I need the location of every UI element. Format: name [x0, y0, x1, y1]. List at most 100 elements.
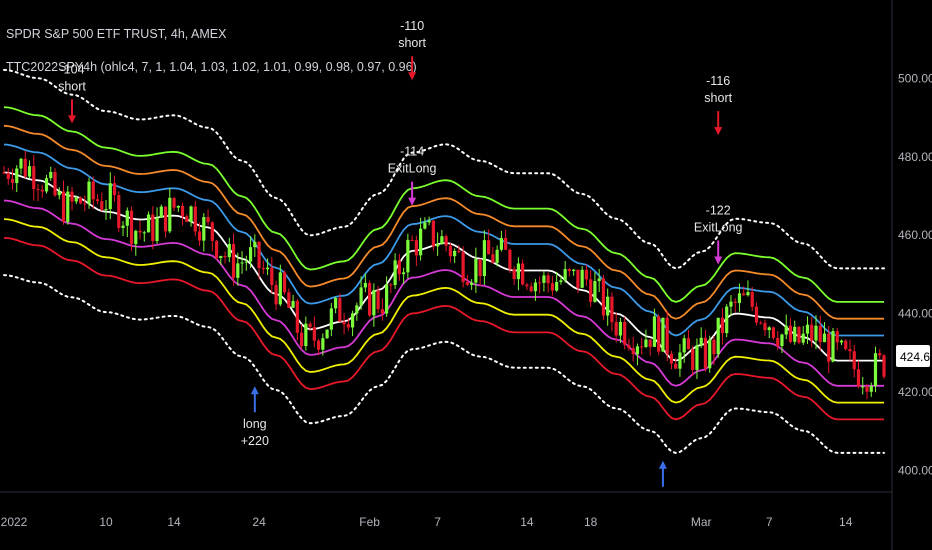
candle-body	[121, 225, 125, 228]
candle-body	[640, 346, 644, 348]
candle-body	[563, 269, 567, 281]
candle-body	[440, 236, 444, 244]
candle-body	[219, 256, 223, 258]
candle-body	[40, 189, 44, 192]
candle-body	[759, 322, 763, 324]
candle-body	[163, 206, 168, 232]
candle-body	[427, 220, 431, 223]
candle-body	[410, 239, 414, 241]
long-signal	[658, 460, 667, 487]
candlesticks	[2, 150, 886, 400]
candle-body	[793, 326, 797, 342]
candle-body	[359, 287, 363, 306]
candle-body	[414, 240, 418, 256]
candle-body	[15, 168, 19, 183]
candle-body	[703, 337, 708, 369]
candle-body	[733, 301, 737, 303]
candle-body	[508, 249, 512, 270]
candle-body	[474, 259, 478, 283]
candle-body	[193, 206, 197, 232]
candle-body	[504, 237, 508, 250]
candle-body	[380, 309, 384, 314]
candle-body	[878, 353, 882, 356]
candle-body	[108, 183, 112, 210]
candle-body	[304, 323, 308, 347]
price-chart[interactable]: -104shortlong+220-110short-114ExitLong-1…	[0, 0, 932, 550]
candle-body	[261, 267, 265, 270]
last-price-tag: 424.60	[896, 345, 932, 367]
x-tick-label: 7	[434, 515, 441, 529]
candle-body	[142, 232, 146, 234]
candle-body	[78, 197, 83, 204]
candle-body	[661, 317, 665, 352]
candle-body	[448, 245, 452, 257]
candle-body	[299, 332, 304, 347]
candle-body	[180, 206, 185, 217]
candle-body	[491, 254, 495, 263]
candle-body	[695, 345, 699, 370]
candle-body	[822, 333, 827, 343]
candle-body	[91, 181, 95, 200]
candle-body	[699, 337, 703, 346]
signal-value: +220	[241, 434, 269, 448]
candle-body	[117, 195, 121, 228]
y-tick-label: 500.00	[898, 71, 932, 85]
candle-body	[555, 282, 559, 291]
candle-body	[197, 231, 202, 241]
x-axis[interactable]: 2022 10 14 24 Feb 7 14 18 Mar 7 14	[1, 515, 853, 529]
candle-body	[538, 282, 542, 284]
last-price-value: 424.60	[900, 350, 932, 364]
candle-body	[274, 285, 278, 305]
candle-body	[333, 297, 338, 309]
candle-body	[321, 338, 325, 350]
y-tick-label: 440.00	[898, 307, 932, 321]
candle-body	[831, 331, 835, 362]
long-arrow-head	[658, 460, 667, 469]
candle-body	[461, 252, 465, 283]
candle-body	[49, 172, 53, 179]
x-tick-label: Mar	[691, 515, 712, 529]
candle-body	[155, 217, 159, 242]
candle-body	[444, 236, 448, 246]
short-arrow-head	[408, 72, 417, 81]
candle-body	[861, 386, 865, 388]
candle-body	[83, 203, 87, 205]
candle-body	[257, 241, 261, 268]
y-axis[interactable]: 500.00 480.00 460.00 440.00 420.00 400.00	[898, 71, 932, 477]
x-tick-label: 2022	[1, 515, 28, 529]
candle-body	[185, 216, 189, 222]
candle-body	[244, 261, 248, 263]
candle-body	[53, 172, 57, 196]
signal-value: -122	[706, 203, 731, 217]
x-tick-label: 10	[99, 515, 113, 529]
candle-body	[44, 178, 49, 192]
candle-body	[601, 278, 606, 316]
candle-body	[125, 210, 129, 226]
candle-body	[865, 386, 869, 392]
candle-body	[631, 348, 635, 355]
candle-body	[206, 217, 210, 223]
candle-body	[818, 325, 822, 343]
candle-body	[32, 166, 36, 190]
candle-body	[363, 282, 367, 288]
candle-body	[423, 222, 427, 229]
candle-body	[402, 272, 406, 275]
x-tick-label: Feb	[359, 515, 380, 529]
trade-signals: -104shortlong+220-110short-114ExitLong-1…	[58, 19, 743, 487]
candle-body	[287, 292, 291, 308]
x-tick-label: 18	[584, 515, 598, 529]
candle-body	[129, 210, 134, 245]
candle-body	[512, 269, 516, 280]
candle-body	[112, 183, 117, 196]
candle-body	[397, 260, 401, 275]
candle-body	[151, 214, 155, 242]
candle-body	[597, 278, 601, 282]
candle-body	[533, 282, 538, 292]
signal-value: -104	[60, 62, 85, 76]
candle-body	[754, 306, 759, 323]
candle-body	[657, 316, 661, 352]
candle-body	[767, 327, 771, 331]
x-tick-label: 24	[252, 515, 266, 529]
signal-label: short	[58, 79, 86, 93]
candle-body	[355, 305, 359, 314]
